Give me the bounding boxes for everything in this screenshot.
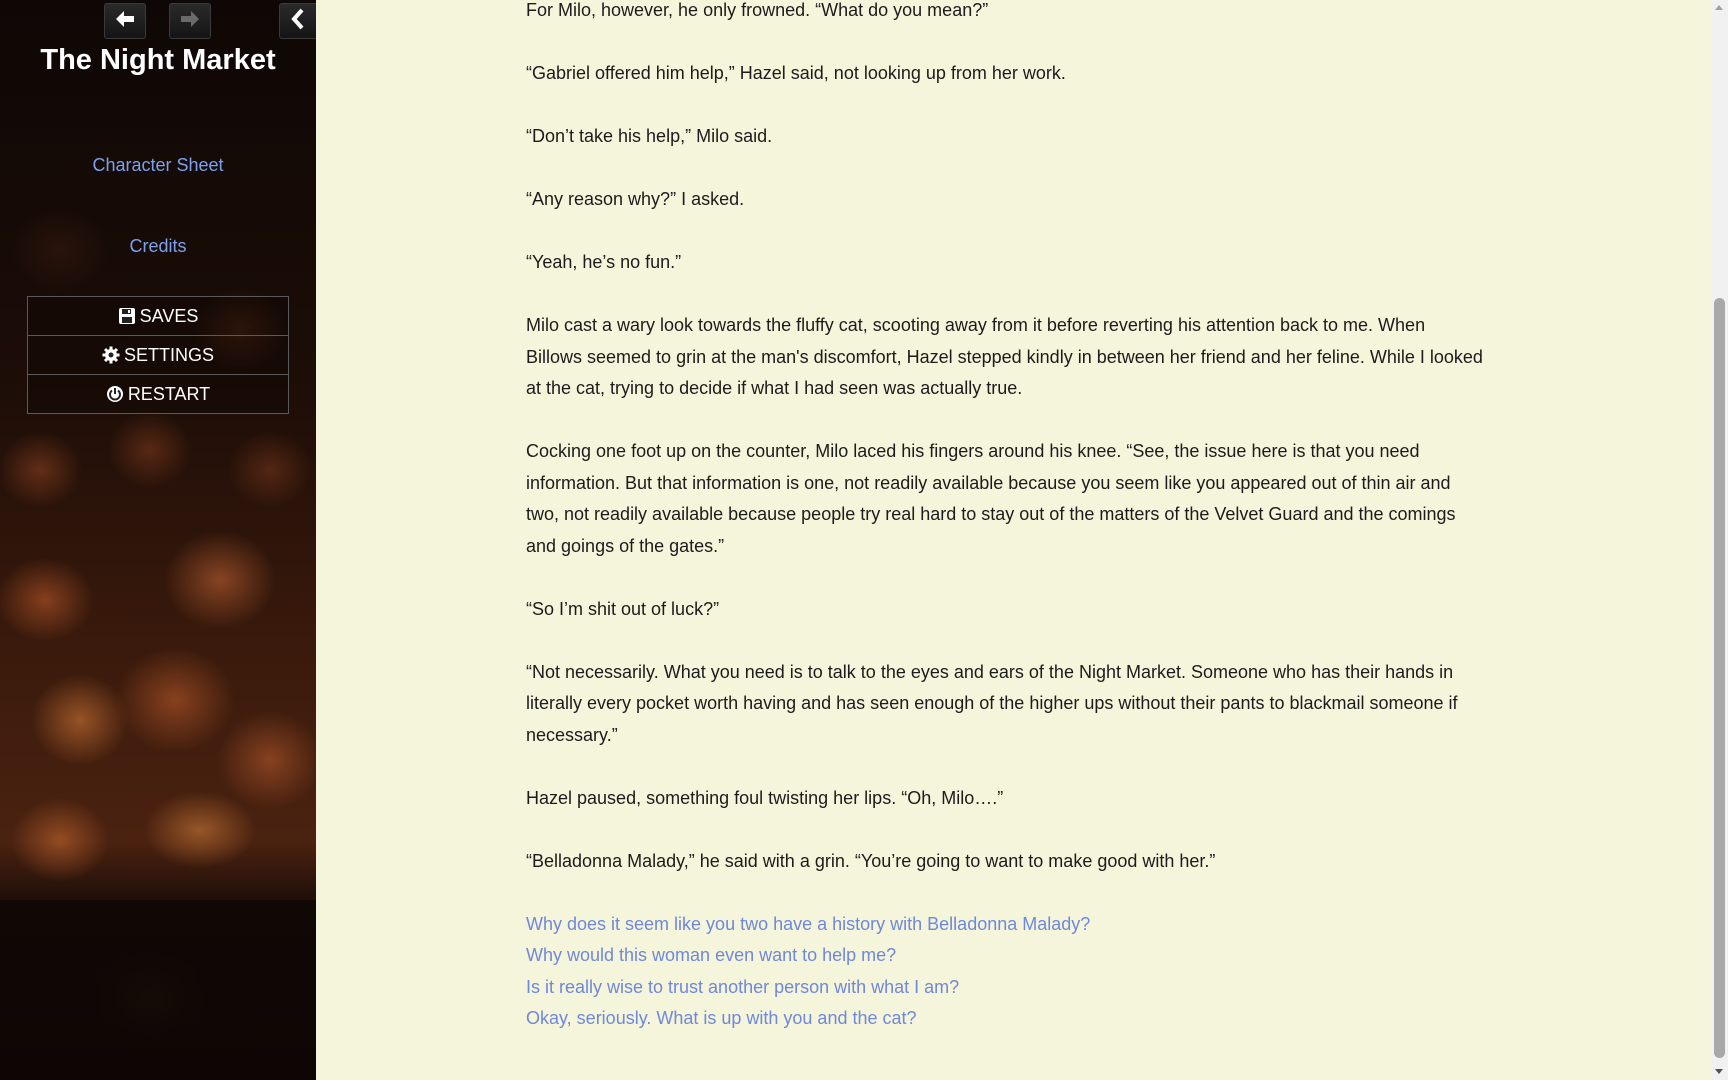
story-paragraph: “Gabriel offered him help,” Hazel said, …: [526, 63, 1066, 83]
saves-button[interactable]: SAVES: [28, 297, 288, 336]
scrollbar-thumb[interactable]: [1714, 298, 1725, 1058]
gear-icon: [102, 346, 120, 364]
story-paragraph: “Yeah, he’s no fun.”: [526, 252, 682, 272]
back-button[interactable]: [104, 3, 146, 39]
choice-link[interactable]: Why would this woman even want to help m…: [526, 940, 1486, 972]
story-paragraph: Cocking one foot up on the counter, Milo…: [526, 441, 1456, 556]
power-icon: [106, 385, 124, 403]
story-paragraph: “So I’m shit out of luck?”: [526, 598, 720, 619]
settings-label: SETTINGS: [123, 344, 214, 365]
sidebar: The Night Market Character Sheet Credits…: [0, 0, 316, 1080]
chevron-left-icon: [289, 8, 307, 35]
credits-link[interactable]: Credits: [0, 236, 316, 257]
collapse-sidebar-button[interactable]: [279, 3, 316, 39]
vertical-scrollbar[interactable]: [1711, 0, 1728, 1080]
scroll-up-icon[interactable]: [1715, 5, 1723, 10]
choice-link[interactable]: Okay, seriously. What is up with you and…: [526, 1003, 1486, 1035]
story-paragraph: For Milo, however, he only frowned. “Wha…: [526, 0, 989, 20]
scroll-down-icon[interactable]: [1715, 1069, 1723, 1074]
story-paragraph: “Don’t take his help,” Milo said.: [526, 126, 773, 146]
story-paragraph: “Belladonna Malady,” he said with a grin…: [526, 850, 1216, 871]
floppy-disk-icon: [118, 307, 136, 325]
story-paragraph: “Not necessarily. What you need is to ta…: [526, 661, 1458, 745]
story-passage: For Milo, however, he only frowned. “Wha…: [526, 0, 1486, 1035]
arrow-left-icon: [114, 8, 136, 35]
arrow-right-icon: [179, 8, 201, 35]
choice-list: Why does it seem like you two have a his…: [526, 909, 1486, 1035]
story-paragraph: Milo cast a wary look towards the fluffy…: [526, 315, 1483, 398]
saves-label: SAVES: [139, 305, 199, 326]
forward-button[interactable]: [169, 3, 211, 39]
character-sheet-link[interactable]: Character Sheet: [0, 155, 316, 176]
sidebar-background-shade: [0, 900, 316, 1080]
story-paragraph: Hazel paused, something foul twisting he…: [526, 787, 1004, 808]
story-title: The Night Market: [40, 44, 276, 76]
restart-button[interactable]: RESTART: [28, 375, 288, 413]
sidebar-menu: SAVES SETTINGS RESTART: [27, 296, 289, 414]
settings-button[interactable]: SETTINGS: [28, 336, 288, 375]
choice-link[interactable]: Why does it seem like you two have a his…: [526, 909, 1486, 941]
choice-link[interactable]: Is it really wise to trust another perso…: [526, 972, 1486, 1004]
restart-label: RESTART: [127, 383, 211, 404]
story-paragraph: “Any reason why?” I asked.: [526, 189, 745, 209]
